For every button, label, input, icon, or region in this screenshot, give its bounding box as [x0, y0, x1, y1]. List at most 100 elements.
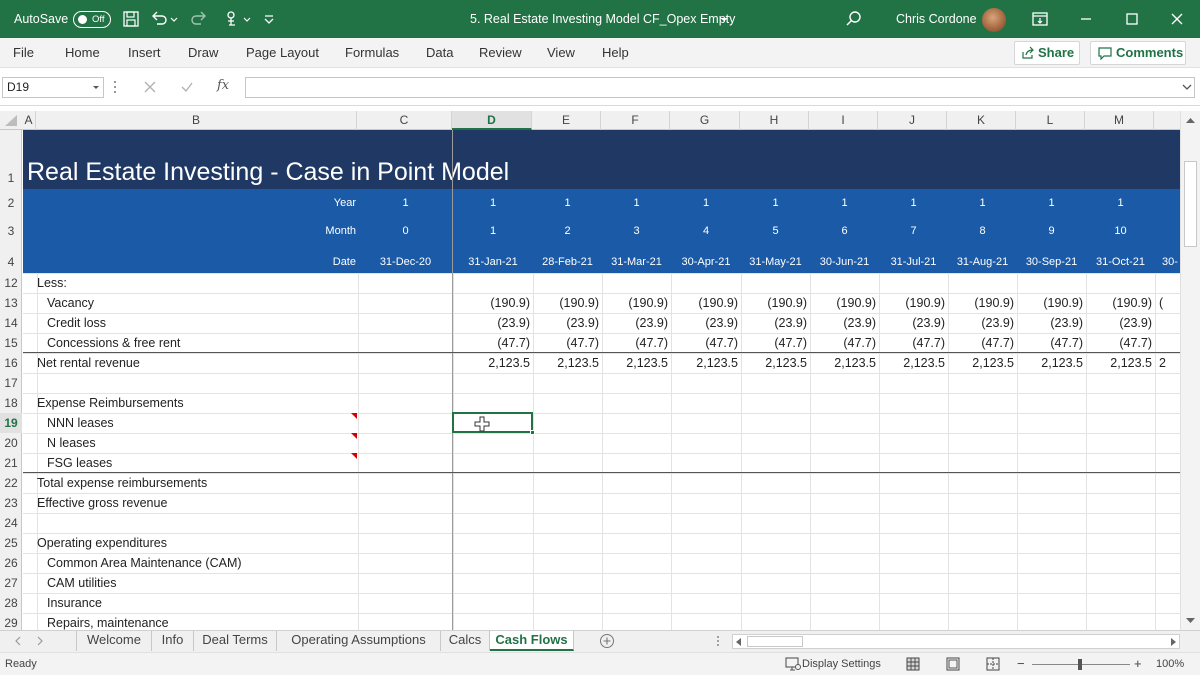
- touch-dropdown-icon[interactable]: [242, 9, 252, 29]
- undo-icon[interactable]: [150, 9, 170, 29]
- value-cell[interactable]: 2: [1155, 353, 1180, 373]
- row-header[interactable]: 12: [0, 273, 22, 293]
- value-cell[interactable]: (: [1155, 293, 1180, 313]
- row-header[interactable]: 15: [0, 333, 22, 353]
- row-header[interactable]: 16: [0, 353, 22, 373]
- column-header-k[interactable]: K: [947, 111, 1016, 130]
- row-header[interactable]: 27: [0, 573, 22, 593]
- undo-dropdown-icon[interactable]: [169, 9, 179, 29]
- selected-cell[interactable]: [452, 412, 533, 433]
- normal-view-icon[interactable]: [906, 657, 920, 671]
- row-header[interactable]: 28: [0, 593, 22, 613]
- value-cell[interactable]: (47.7): [602, 333, 671, 353]
- row-header[interactable]: 18: [0, 393, 22, 413]
- vertical-scroll-thumb[interactable]: [1184, 161, 1197, 247]
- row-header[interactable]: 20: [0, 433, 22, 453]
- share-button[interactable]: Share: [1014, 41, 1080, 65]
- value-cell[interactable]: (47.7): [1017, 333, 1086, 353]
- menu-view[interactable]: View: [547, 38, 575, 68]
- redo-icon[interactable]: [188, 9, 208, 29]
- menu-home[interactable]: Home: [65, 38, 100, 68]
- row-header[interactable]: 1: [0, 155, 22, 189]
- value-cell[interactable]: 2,123.5: [533, 353, 602, 373]
- value-cell[interactable]: (190.9): [602, 293, 671, 313]
- value-cell[interactable]: (190.9): [741, 293, 810, 313]
- value-cell[interactable]: (23.9): [671, 313, 741, 333]
- value-cell[interactable]: (47.7): [948, 333, 1017, 353]
- scroll-right-icon[interactable]: [1170, 638, 1176, 646]
- value-cell[interactable]: (23.9): [810, 313, 879, 333]
- menu-data[interactable]: Data: [426, 38, 453, 68]
- menu-formulas[interactable]: Formulas: [345, 38, 399, 68]
- sheet-tab-welcome[interactable]: Welcome: [76, 631, 152, 651]
- value-cell[interactable]: (47.7): [741, 333, 810, 353]
- value-cell[interactable]: (190.9): [1017, 293, 1086, 313]
- value-cell[interactable]: (190.9): [948, 293, 1017, 313]
- column-header-m[interactable]: M: [1085, 111, 1154, 130]
- vertical-scrollbar[interactable]: [1180, 111, 1200, 630]
- fill-handle[interactable]: [530, 430, 535, 435]
- tab-scroll-left-icon[interactable]: [14, 636, 22, 646]
- document-title[interactable]: 5. Real Estate Investing Model CF_Opex E…: [470, 0, 735, 38]
- column-header-a[interactable]: A: [22, 111, 36, 130]
- row-header[interactable]: 4: [0, 245, 22, 273]
- value-cell[interactable]: 2,123.5: [879, 353, 948, 373]
- zoom-out-icon[interactable]: −: [1017, 653, 1025, 675]
- autosave-toggle[interactable]: Off: [73, 11, 111, 28]
- row-header[interactable]: 24: [0, 513, 22, 533]
- row-header[interactable]: 14: [0, 313, 22, 333]
- menu-insert[interactable]: Insert: [128, 38, 161, 68]
- row-header[interactable]: 21: [0, 453, 22, 473]
- value-cell[interactable]: 2,123.5: [1017, 353, 1086, 373]
- page-break-view-icon[interactable]: [986, 657, 1000, 671]
- tab-splitter-icon[interactable]: [716, 635, 720, 647]
- horizontal-scrollbar[interactable]: [732, 634, 1180, 649]
- menu-file[interactable]: File: [13, 38, 34, 68]
- value-cell[interactable]: 2,123.5: [948, 353, 1017, 373]
- value-cell[interactable]: (47.7): [810, 333, 879, 353]
- value-cell[interactable]: (47.7): [671, 333, 741, 353]
- value-cell[interactable]: (47.7): [1086, 333, 1155, 353]
- value-cell[interactable]: 2,123.5: [1086, 353, 1155, 373]
- column-header-b[interactable]: B: [36, 111, 357, 130]
- comments-button[interactable]: Comments: [1090, 41, 1186, 65]
- search-icon[interactable]: [844, 9, 864, 29]
- value-cell[interactable]: (47.7): [879, 333, 948, 353]
- value-cell[interactable]: 2,123.5: [453, 353, 533, 373]
- scroll-left-icon[interactable]: [736, 638, 742, 646]
- sheet-tab-info[interactable]: Info: [152, 631, 194, 651]
- value-cell[interactable]: (23.9): [948, 313, 1017, 333]
- tab-scroll-right-icon[interactable]: [36, 636, 44, 646]
- cancel-icon[interactable]: [143, 80, 157, 94]
- sheet-tab-calcs[interactable]: Calcs: [441, 631, 490, 651]
- column-header-i[interactable]: I: [809, 111, 878, 130]
- value-cell[interactable]: (23.9): [879, 313, 948, 333]
- more-options-icon[interactable]: [113, 79, 117, 95]
- display-settings-icon[interactable]: [785, 657, 801, 671]
- value-cell[interactable]: (47.7): [453, 333, 533, 353]
- row-header[interactable]: 2: [0, 189, 22, 217]
- row-header[interactable]: 29: [0, 613, 22, 630]
- name-box[interactable]: D19: [2, 77, 104, 98]
- name-box-dropdown-icon[interactable]: [92, 78, 100, 97]
- menu-page-layout[interactable]: Page Layout: [246, 38, 319, 68]
- column-header-l[interactable]: L: [1016, 111, 1085, 130]
- page-layout-view-icon[interactable]: [946, 657, 960, 671]
- column-header-g[interactable]: G: [670, 111, 740, 130]
- touch-mode-icon[interactable]: [222, 9, 242, 29]
- select-all-icon[interactable]: [4, 115, 18, 127]
- value-cell[interactable]: (23.9): [1017, 313, 1086, 333]
- row-header-selected[interactable]: 19: [0, 413, 22, 433]
- ribbon-display-options-icon[interactable]: [1030, 9, 1050, 29]
- value-cell[interactable]: (190.9): [810, 293, 879, 313]
- insert-function-icon[interactable]: fx: [217, 78, 229, 93]
- title-dropdown-icon[interactable]: [718, 9, 730, 29]
- formula-input[interactable]: [245, 77, 1195, 98]
- save-icon[interactable]: [121, 9, 141, 29]
- enter-icon[interactable]: [180, 80, 194, 94]
- zoom-slider-handle[interactable]: [1078, 659, 1082, 670]
- row-header[interactable]: 25: [0, 533, 22, 553]
- display-settings-label[interactable]: Display Settings: [802, 653, 881, 675]
- menu-help[interactable]: Help: [602, 38, 629, 68]
- new-sheet-icon[interactable]: [599, 633, 615, 649]
